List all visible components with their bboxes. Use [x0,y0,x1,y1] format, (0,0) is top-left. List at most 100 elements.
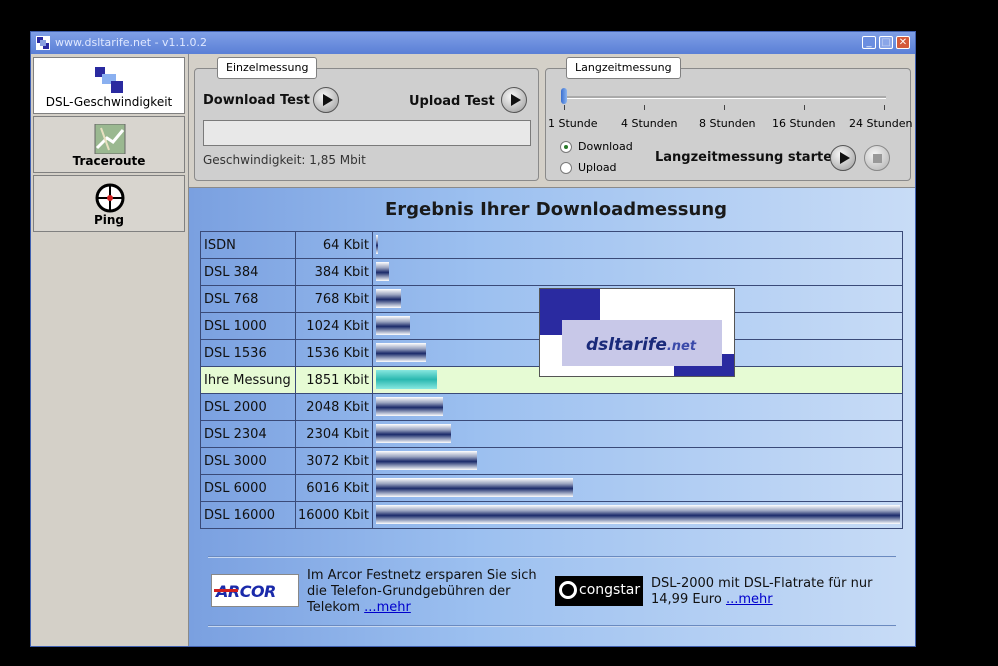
sidebar-item-label: DSL-Geschwindigkeit [45,95,173,109]
slider-tick-label: 4 Stunden [621,117,678,130]
sidebar: DSL-Geschwindigkeit Traceroute Ping [31,54,189,646]
reference-bar [376,262,389,281]
row-bar-cell [372,501,903,529]
result-panel: Ergebnis Ihrer Downloadmessung ISDN 64 Kb… [189,187,915,646]
row-bar-cell [372,474,903,502]
reference-bar [376,451,477,470]
row-value: 3072 Kbit [295,447,373,475]
crosshair-icon [95,183,125,213]
logo-tld: .net [666,339,697,354]
row-name: DSL 6000 [200,474,296,502]
row-name: DSL 1000 [200,312,296,340]
title-bar[interactable]: www.dsltarife.net - v1.1.0.2 _ □ ✕ [31,32,915,55]
duration-slider-thumb[interactable] [561,88,567,104]
row-bar-cell [372,231,903,259]
table-row: DSL 2000 2048 Kbit [200,393,903,421]
result-title: Ergebnis Ihrer Downloadmessung [384,199,728,220]
row-name: ISDN [200,231,296,259]
reference-bar [376,424,451,443]
radio-upload[interactable] [560,162,572,174]
speed-readout: Geschwindigkeit: 1,85 Mbit [203,153,366,167]
test-progress-bar [203,120,531,146]
map-icon [94,124,126,154]
divider [208,556,896,558]
sidebar-item-label: Traceroute [72,154,146,168]
row-value: 64 Kbit [295,231,373,259]
reference-bar [376,289,401,308]
radio-download-label: Download [578,140,633,153]
maximize-button[interactable]: □ [879,36,893,49]
row-value: 384 Kbit [295,258,373,286]
row-name: Ihre Messung [200,366,296,394]
arcor-logo[interactable]: ARCOR [211,574,299,607]
langzeit-stop-button[interactable] [864,145,890,171]
radio-download[interactable] [560,141,572,153]
minimize-button[interactable]: _ [862,36,876,49]
langzeit-start-label: Langzeitmessung starten [655,150,842,165]
row-value: 1536 Kbit [295,339,373,367]
congstar-logo[interactable]: congstar [555,576,643,606]
logo-main: dsltarife [586,335,667,355]
reference-bar [376,235,378,254]
langzeit-start-button[interactable] [830,145,856,171]
row-name: DSL 2304 [200,420,296,448]
row-value: 1024 Kbit [295,312,373,340]
close-button[interactable]: ✕ [896,36,910,49]
table-row: DSL 3000 3072 Kbit [200,447,903,475]
congstar-more-link[interactable]: ...mehr [726,592,773,607]
slider-tick-label: 24 Stunden [849,117,913,130]
row-bar-cell [372,420,903,448]
reference-bar [376,505,900,524]
sidebar-item-ping[interactable]: Ping [33,175,185,232]
slider-tick [564,105,565,110]
row-value: 6016 Kbit [295,474,373,502]
row-name: DSL 768 [200,285,296,313]
arcor-line1: Im Arcor Festnetz ersparen Sie sich [307,568,537,583]
reference-bar [376,343,426,362]
slider-tick [804,105,805,110]
row-name: DSL 16000 [200,501,296,529]
slider-tick-label: 1 Stunde [548,117,598,130]
tab-einzelmessung[interactable]: Einzelmessung [217,57,318,79]
row-bar-cell [372,393,903,421]
table-row: ISDN 64 Kbit [200,231,903,259]
table-row: DSL 16000 16000 Kbit [200,501,903,529]
dsltarife-logo: dsltarife.net [539,288,735,377]
tab-langzeitmessung[interactable]: Langzeitmessung [566,57,681,79]
sidebar-item-dsl-geschwindigkeit[interactable]: DSL-Geschwindigkeit [33,57,185,114]
row-bar-cell [372,258,903,286]
arcor-more-link[interactable]: ...mehr [364,600,411,615]
sidebar-item-traceroute[interactable]: Traceroute [33,116,185,173]
arcor-line2: die Telefon-Grundgebühren der [307,584,511,599]
table-row: DSL 384 384 Kbit [200,258,903,286]
sidebar-item-label: Ping [93,213,125,227]
row-value: 768 Kbit [295,285,373,313]
congstar-brand: congstar [579,582,641,598]
row-name: DSL 384 [200,258,296,286]
row-value: 2304 Kbit [295,420,373,448]
slider-tick [724,105,725,110]
duration-slider-track[interactable] [566,96,886,99]
row-name: DSL 1536 [200,339,296,367]
row-bar-cell [372,447,903,475]
congstar-ad-text: DSL-2000 mit DSL-Flatrate für nur 14,99 … [651,576,872,608]
congstar-line1: DSL-2000 mit DSL-Flatrate für nur [651,576,873,591]
row-name: DSL 2000 [200,393,296,421]
arcor-ad-text: Im Arcor Festnetz ersparen Sie sich die … [307,568,537,616]
einzelmessung-group: Einzelmessung Download Test Upload Test … [194,57,539,181]
upload-test-play-button[interactable] [501,87,527,113]
dsl-squares-icon [95,67,123,93]
table-row: DSL 2304 2304 Kbit [200,420,903,448]
measured-bar [376,370,437,389]
result-table: ISDN 64 Kbit DSL 384 384 Kbit DSL 768 768 Kbi… [200,231,903,529]
reference-bar [376,316,410,335]
congstar-line2: 14,99 Euro [651,592,722,607]
download-test-label: Download Test [203,93,310,108]
slider-tick-label: 8 Stunden [699,117,756,130]
table-row: DSL 6000 6016 Kbit [200,474,903,502]
slider-tick [884,105,885,110]
download-test-play-button[interactable] [313,87,339,113]
slider-tick [644,105,645,110]
app-window: www.dsltarife.net - v1.1.0.2 _ □ ✕ DSL-G… [30,31,916,647]
row-name: DSL 3000 [200,447,296,475]
